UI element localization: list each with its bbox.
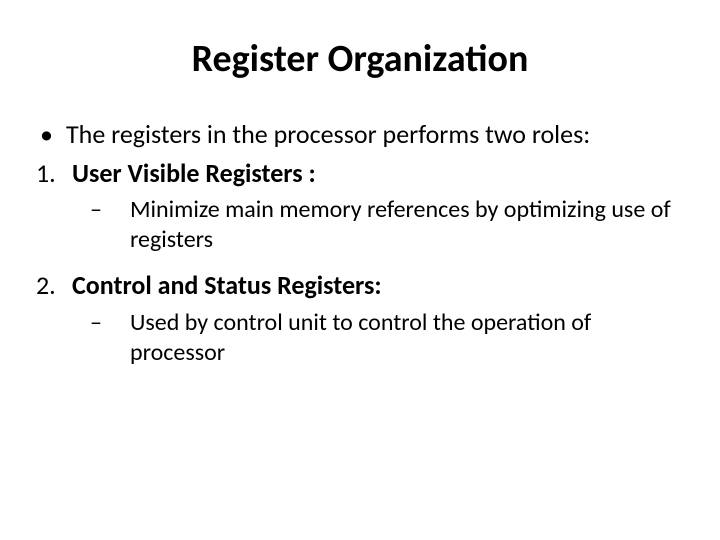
sub-item: – Minimize main memory references by opt… xyxy=(90,195,684,255)
list-item: 2. Control and Status Registers: xyxy=(36,269,684,302)
slide-title: Register Organization xyxy=(36,36,684,82)
list-item: 1. User Visible Registers : xyxy=(36,157,684,190)
item-label: User Visible Registers : xyxy=(72,157,684,190)
item-number: 1. xyxy=(36,157,72,190)
item-number: 2. xyxy=(36,269,72,302)
sub-dash: – xyxy=(90,195,130,255)
intro-text: The registers in the processor performs … xyxy=(66,118,684,151)
sub-dash: – xyxy=(90,308,130,368)
bullet-glyph: • xyxy=(36,118,66,151)
slide-body: • The registers in the processor perform… xyxy=(36,118,684,368)
sub-item: – Used by control unit to control the op… xyxy=(90,308,684,368)
sub-text: Used by control unit to control the oper… xyxy=(130,308,684,368)
item-label: Control and Status Registers: xyxy=(72,269,684,302)
intro-bullet: • The registers in the processor perform… xyxy=(36,118,684,151)
sub-text: Minimize main memory references by optim… xyxy=(130,195,684,255)
